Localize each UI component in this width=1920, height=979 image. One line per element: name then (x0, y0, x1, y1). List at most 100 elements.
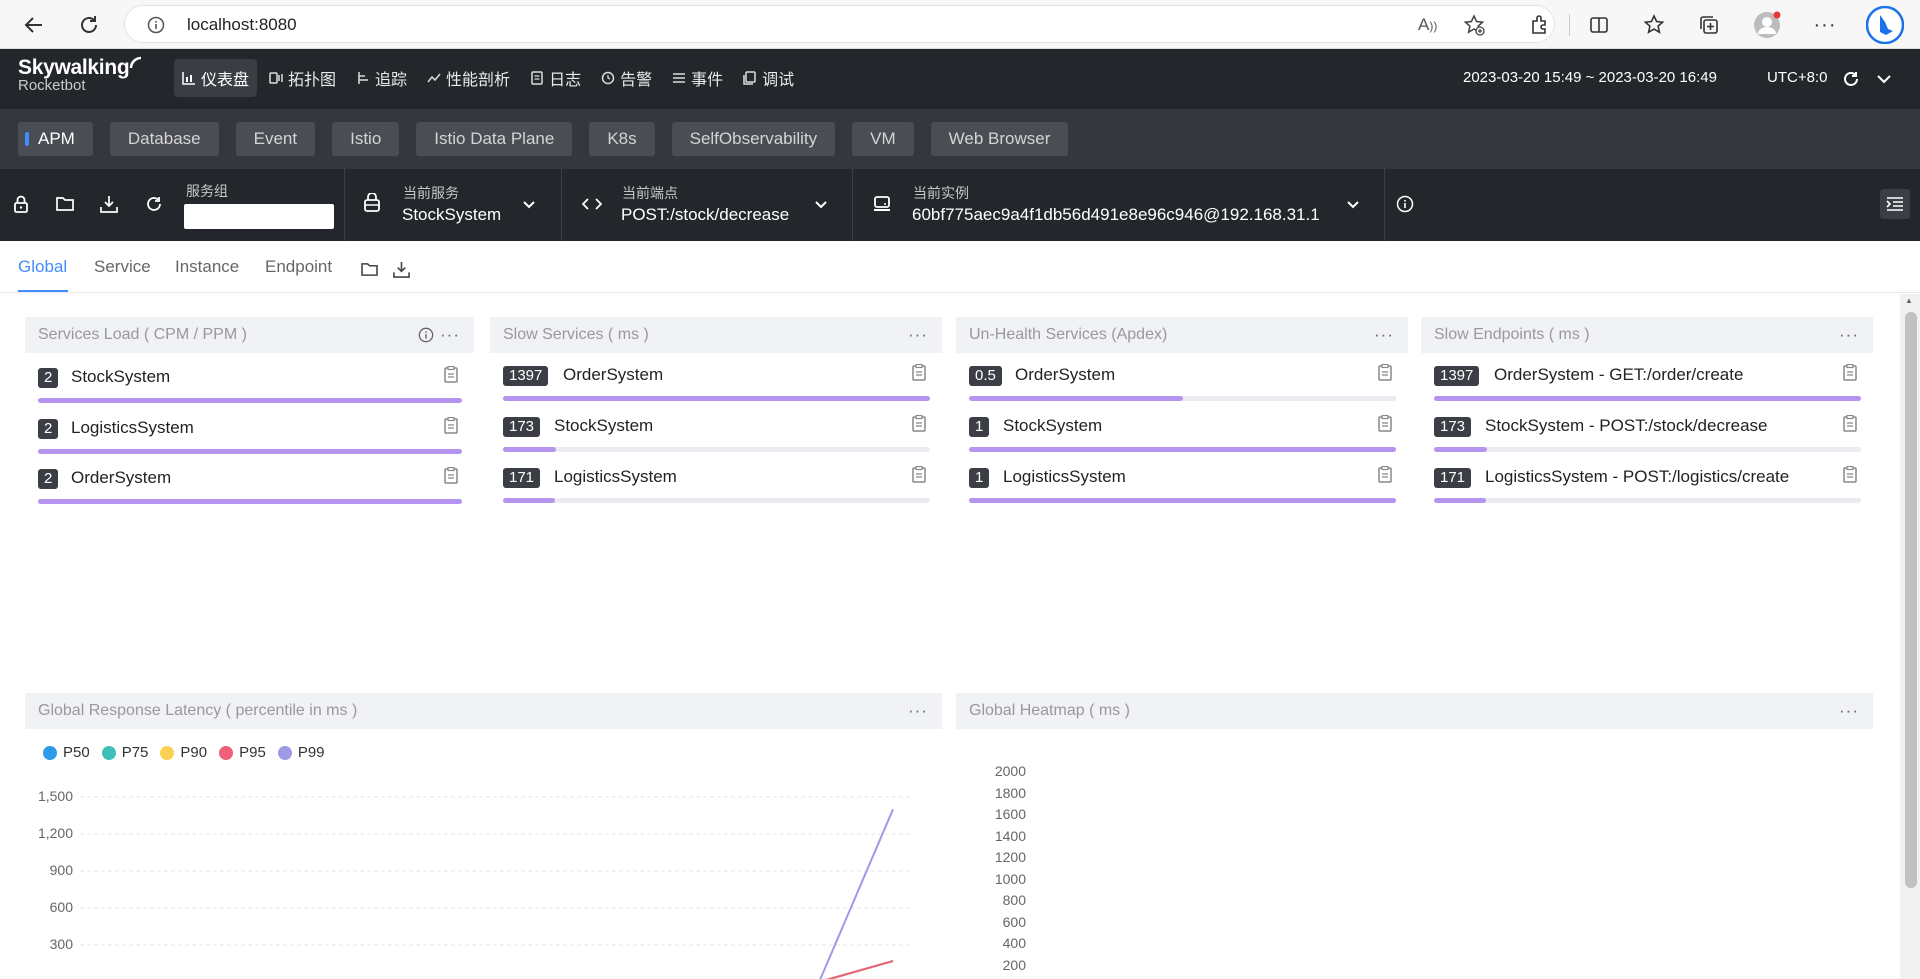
endpoint-name: OrderSystem - GET:/order/create (1494, 365, 1744, 384)
refresh-icon[interactable] (1842, 70, 1860, 88)
more-options-icon[interactable]: ··· (1839, 325, 1859, 345)
chevron-down-icon[interactable] (1876, 71, 1892, 87)
nav-debug[interactable]: 调试 (735, 59, 802, 97)
nav-event[interactable]: 事件 (664, 59, 731, 97)
download-icon[interactable] (100, 195, 118, 213)
current-instance-select[interactable]: 60bf775aec9a4f1db56d491e8e96c946@192.168… (912, 205, 1320, 225)
nav-label: 日志 (549, 72, 582, 89)
clipboard-icon[interactable] (1378, 466, 1392, 483)
folder-icon[interactable] (361, 262, 378, 277)
tab-service[interactable]: Service (94, 257, 151, 277)
collections-icon[interactable] (1694, 10, 1724, 40)
list-item[interactable]: 171 LogisticsSystem (503, 462, 930, 512)
nav-profiling[interactable]: 性能剖析 (419, 59, 518, 97)
layer-tab-web-browser[interactable]: Web Browser (930, 122, 1069, 156)
info-icon[interactable] (1396, 195, 1414, 213)
clipboard-icon[interactable] (912, 466, 926, 483)
extensions-icon[interactable] (1525, 10, 1555, 40)
nav-trace[interactable]: 追踪 (348, 59, 415, 97)
list-item[interactable]: 0.5 OrderSystem (969, 360, 1396, 410)
list-item[interactable]: 173 StockSystem - POST:/stock/decrease (1434, 411, 1861, 461)
layer-tab-k8s[interactable]: K8s (589, 122, 655, 156)
more-options-icon[interactable]: ··· (440, 325, 460, 345)
list-item[interactable]: 173 StockSystem (503, 411, 930, 461)
add-favorite-icon[interactable] (1463, 14, 1485, 36)
layer-tab-vm[interactable]: VM (852, 122, 914, 156)
clipboard-icon[interactable] (444, 417, 458, 434)
service-group-input[interactable] (184, 204, 334, 229)
time-range-picker[interactable]: 2023-03-20 15:49 ~ 2023-03-20 16:49 (1463, 69, 1717, 86)
progress-bar (1434, 498, 1861, 503)
event-icon (673, 73, 686, 83)
more-options-icon[interactable]: ··· (1839, 701, 1859, 721)
chevron-down-icon[interactable] (522, 198, 536, 212)
list-item[interactable]: 2 OrderSystem (38, 463, 462, 513)
list-item[interactable]: 1 StockSystem (969, 411, 1396, 461)
clipboard-icon[interactable] (1378, 364, 1392, 381)
clipboard-icon[interactable] (1843, 466, 1857, 483)
tab-global[interactable]: Global (18, 257, 67, 277)
more-menu-icon[interactable]: ··· (1810, 10, 1840, 40)
list-item[interactable]: 1397 OrderSystem (503, 360, 930, 410)
lock-icon[interactable] (13, 195, 29, 213)
list-item[interactable]: 1 LogisticsSystem (969, 462, 1396, 512)
reload-icon[interactable] (145, 195, 163, 213)
list-item[interactable]: 2 StockSystem (38, 362, 462, 412)
vertical-scrollbar[interactable]: ▲ (1900, 294, 1920, 979)
list-item[interactable]: 1397 OrderSystem - GET:/order/create (1434, 360, 1861, 410)
y-tick-label: 1000 (994, 870, 1026, 887)
tab-instance[interactable]: Instance (175, 257, 239, 277)
read-aloud-icon[interactable]: A)) (1418, 15, 1437, 35)
timezone-label[interactable]: UTC+8:0 (1767, 69, 1827, 86)
clipboard-icon[interactable] (444, 467, 458, 484)
layer-tab-database[interactable]: Database (109, 122, 219, 156)
reload-icon[interactable] (74, 10, 104, 40)
split-screen-icon[interactable] (1584, 10, 1614, 40)
list-item[interactable]: 171 LogisticsSystem - POST:/logistics/cr… (1434, 462, 1861, 512)
layer-tab-event[interactable]: Event (235, 122, 316, 156)
log-icon (531, 71, 543, 85)
clipboard-icon[interactable] (912, 415, 926, 432)
progress-bar (1434, 396, 1861, 401)
layer-tab-istio[interactable]: Istio (332, 122, 400, 156)
value-badge: 0.5 (969, 366, 1002, 386)
current-endpoint-select[interactable]: POST:/stock/decrease (621, 205, 789, 225)
avatar-icon[interactable] (1752, 10, 1782, 40)
clipboard-icon[interactable] (1843, 364, 1857, 381)
layer-tab-istio-data-plane[interactable]: Istio Data Plane (416, 122, 573, 156)
nav-dashboard[interactable]: 仪表盘 (174, 59, 258, 97)
indent-icon[interactable] (1880, 189, 1910, 219)
chevron-down-icon[interactable] (1346, 198, 1360, 212)
scroll-up-arrow-icon[interactable]: ▲ (1905, 296, 1913, 305)
nav-log[interactable]: 日志 (522, 59, 589, 97)
chevron-down-icon[interactable] (814, 198, 828, 212)
widget-title: Slow Services ( ms ) ··· (490, 317, 942, 353)
download-icon[interactable] (393, 261, 410, 278)
layer-tab-selfobservability[interactable]: SelfObservability (671, 122, 836, 156)
nav-alarm[interactable]: 告警 (593, 59, 660, 97)
clipboard-icon[interactable] (1378, 415, 1392, 432)
info-icon[interactable] (418, 327, 434, 343)
nav-topology[interactable]: 拓扑图 (261, 59, 344, 97)
layer-tab-apm[interactable]: APM (18, 122, 93, 156)
more-options-icon[interactable]: ··· (908, 325, 928, 345)
y-tick-label: 1600 (994, 806, 1026, 822)
clipboard-icon[interactable] (1843, 415, 1857, 432)
tab-endpoint[interactable]: Endpoint (265, 257, 332, 277)
address-bar[interactable]: localhost:8080 A)) (124, 5, 1555, 43)
scrollbar-thumb[interactable] (1905, 312, 1917, 888)
back-arrow-icon[interactable] (19, 10, 49, 40)
progress-fill (503, 396, 930, 401)
bing-chat-icon[interactable] (1866, 6, 1904, 44)
folder-icon[interactable] (56, 196, 74, 212)
y-tick-label: 600 (49, 899, 73, 915)
favorites-icon[interactable] (1639, 10, 1669, 40)
list-item[interactable]: 2 LogisticsSystem (38, 413, 462, 463)
widget-services-load: Services Load ( CPM / PPM ) ··· 2 StockS… (25, 317, 474, 504)
more-options-icon[interactable]: ··· (1374, 325, 1394, 345)
clipboard-icon[interactable] (444, 366, 458, 383)
site-info-icon[interactable] (147, 16, 165, 34)
skywalking-logo[interactable]: Skywalking Rocketbot (18, 56, 143, 94)
clipboard-icon[interactable] (912, 364, 926, 381)
current-service-select[interactable]: StockSystem (402, 205, 501, 225)
